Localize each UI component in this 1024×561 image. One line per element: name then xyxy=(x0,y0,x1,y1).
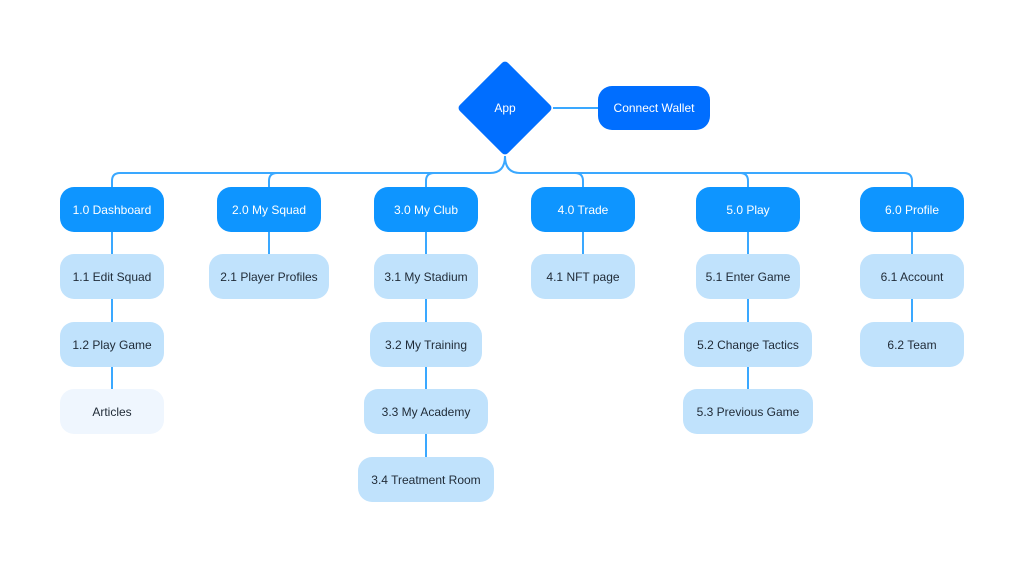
page-node[interactable]: 3.3 My Academy xyxy=(364,389,488,434)
connector-bus-2 xyxy=(268,172,490,187)
connector-bus-4 xyxy=(520,172,584,187)
page-node[interactable]: 1.2 Play Game xyxy=(60,322,164,367)
connect-wallet-node[interactable]: Connect Wallet xyxy=(598,86,710,130)
section-node[interactable]: 4.0 Trade xyxy=(531,187,635,232)
app-label: App xyxy=(494,101,516,115)
section-node[interactable]: 2.0 My Squad xyxy=(217,187,321,232)
page-node[interactable]: Articles xyxy=(60,389,164,434)
page-node[interactable]: 5.3 Previous Game xyxy=(683,389,813,434)
connector-bus-3 xyxy=(425,172,490,187)
page-node[interactable]: 4.1 NFT page xyxy=(531,254,635,299)
connector-bus-1 xyxy=(111,172,490,187)
page-node[interactable]: 5.1 Enter Game xyxy=(696,254,800,299)
connector-app-right xyxy=(504,155,521,174)
page-node[interactable]: 2.1 Player Profiles xyxy=(209,254,329,299)
app-root-node[interactable]: App xyxy=(456,59,554,157)
connector-app-left xyxy=(489,155,506,174)
page-node[interactable]: 1.1 Edit Squad xyxy=(60,254,164,299)
section-node[interactable]: 5.0 Play xyxy=(696,187,800,232)
page-node[interactable]: 3.2 My Training xyxy=(370,322,482,367)
section-node[interactable]: 6.0 Profile xyxy=(860,187,964,232)
page-node[interactable]: 3.1 My Stadium xyxy=(374,254,478,299)
connector-bus-5 xyxy=(520,172,749,187)
page-node[interactable]: 5.2 Change Tactics xyxy=(684,322,812,367)
page-node[interactable]: 3.4 Treatment Room xyxy=(358,457,494,502)
page-node[interactable]: 6.1 Account xyxy=(860,254,964,299)
section-node[interactable]: 1.0 Dashboard xyxy=(60,187,164,232)
section-node[interactable]: 3.0 My Club xyxy=(374,187,478,232)
page-node[interactable]: 6.2 Team xyxy=(860,322,964,367)
connector-bus-6 xyxy=(520,172,913,187)
